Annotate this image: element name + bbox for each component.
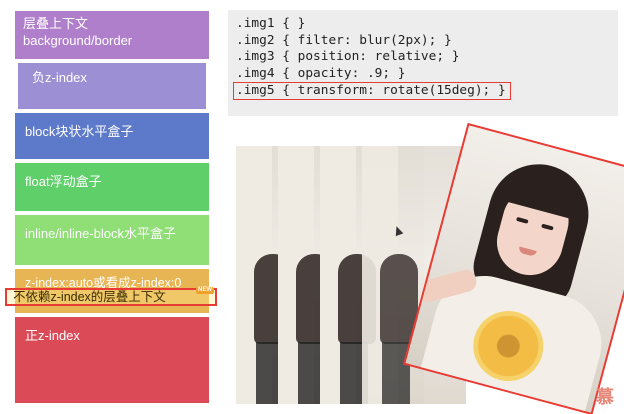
- css-code-block: .img1 { } .img2 { filter: blur(2px); } .…: [228, 10, 618, 116]
- layer-inline-label: inline/inline-block水平盒子: [25, 226, 176, 241]
- layer-background-label: 层叠上下文 background/border: [23, 16, 133, 48]
- layer-float-label: float浮动盒子: [25, 174, 102, 189]
- layer-block-box: block块状水平盒子: [14, 112, 210, 160]
- code-line-img3: .img3 { position: relative; }: [236, 49, 460, 64]
- new-badge: NEW: [196, 287, 214, 294]
- photo-strip: [236, 122, 624, 414]
- stacking-order-diagram: 层叠上下文 background/border 负z-index block块状…: [14, 10, 210, 404]
- code-line-img2: .img2 { filter: blur(2px); }: [236, 32, 452, 48]
- code-line-img4: .img4 { opacity: .9; }: [236, 65, 406, 81]
- code-line-img5-highlighted: .img5 { transform: rotate(15deg); }: [233, 82, 511, 100]
- callout-label: 不依赖z-index的层叠上下文: [13, 290, 166, 304]
- layer-negative-z-index: 负z-index: [17, 62, 207, 110]
- code-line-img1: .img1 { }: [236, 16, 306, 31]
- layer-positive-label: 正z-index: [25, 328, 80, 343]
- brand-logo-icon: 慕: [596, 386, 618, 408]
- layer-positive-z-index: 正z-index: [14, 316, 210, 404]
- callout-no-z-index-context: 不依赖z-index的层叠上下文: [5, 288, 217, 306]
- layer-float-box: float浮动盒子: [14, 162, 210, 212]
- watermark-glyph: 慕: [596, 387, 614, 407]
- layer-background-border: 层叠上下文 background/border: [14, 10, 210, 60]
- layer-block-label: block块状水平盒子: [25, 124, 134, 139]
- layer-inline-box: inline/inline-block水平盒子: [14, 214, 210, 266]
- layer-negative-label: 负z-index: [32, 70, 87, 85]
